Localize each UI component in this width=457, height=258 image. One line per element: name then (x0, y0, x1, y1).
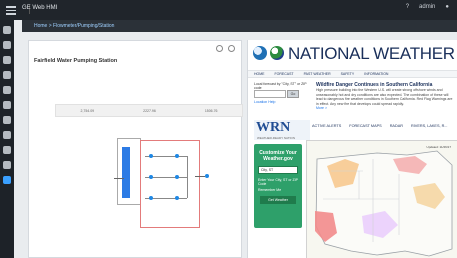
headline: Wildfire Danger Continues in Southern Ca… (316, 82, 456, 110)
topbar-right: ? admin ● (406, 4, 449, 10)
menu-icon[interactable] (6, 4, 16, 15)
get-weather-button[interactable]: Get Weather (260, 196, 296, 204)
pump-status[interactable] (149, 196, 153, 200)
wrn-nav: ACTIVE ALERTS FORECAST MAPS RADAR RIVERS… (312, 124, 452, 128)
nws-panel: NATIONAL WEATHER SERV HOME FORECAST PAST… (247, 40, 457, 258)
location-input[interactable] (254, 90, 286, 98)
help-icon[interactable]: ? (406, 4, 409, 10)
forecast-maps-link[interactable]: FORECAST MAPS (349, 124, 381, 128)
us-map (315, 150, 453, 257)
process-diagram (105, 120, 225, 230)
close-icon[interactable] (228, 45, 235, 52)
customize-title: Customize Your Weather.gov (259, 150, 297, 162)
pump-status[interactable] (149, 175, 153, 179)
station-title: Fairfield Water Pumping Station (34, 58, 118, 64)
sidebar-list-icon[interactable] (3, 41, 11, 49)
nws-header: NATIONAL WEATHER SERV (248, 40, 457, 70)
sidebar-weather-icon[interactable] (3, 176, 11, 184)
wrn-subtitle: WEATHER-READY NATION (257, 136, 296, 140)
sidebar-tool-icon[interactable] (3, 131, 11, 139)
water-tank[interactable] (122, 147, 130, 198)
rivers-link[interactable]: RIVERS, LAKES, R... (411, 124, 448, 128)
nav-past-weather[interactable]: PAST WEATHER (304, 72, 331, 76)
headline-more-link[interactable]: More > (316, 106, 456, 111)
outflow-status[interactable] (205, 174, 209, 178)
headline-text: High pressure building into the Western … (316, 88, 453, 106)
wrn-mark: WRN (256, 120, 291, 135)
station-metrics: 2,754.09 2227.96 1506.76 (55, 104, 243, 117)
map-updated: Updated: 11/26/17 (426, 145, 451, 149)
panel-controls (216, 45, 235, 52)
inflow-pipe (114, 178, 124, 179)
go-button[interactable]: Go (286, 90, 299, 98)
outflow-pipe (195, 176, 205, 177)
customize-input[interactable]: City, ST (258, 166, 298, 174)
sidebar-home-icon[interactable] (3, 26, 11, 34)
hmi-window: GE Web HMI ? admin ● Home > Flowmeter/Pu… (0, 0, 457, 258)
nws-logo[interactable] (270, 46, 284, 60)
radar-link[interactable]: RADAR (390, 124, 403, 128)
pump-status[interactable] (175, 175, 179, 179)
sidebar-report-icon[interactable] (3, 86, 11, 94)
metric-value: 1506.76 (204, 108, 218, 113)
nav-safety[interactable]: SAFETY (341, 72, 355, 76)
sidebar-alarm-icon[interactable] (3, 56, 11, 64)
location-label: Local forecast by "City, ST" or ZIP code (254, 82, 307, 90)
noaa-logo[interactable] (253, 46, 267, 60)
metric-value: 2,754.09 (80, 108, 95, 113)
nav-home[interactable]: HOME (254, 72, 265, 76)
wrn-logo[interactable]: WRN WEATHER-READY NATION (254, 120, 310, 140)
nav-forecast[interactable]: FORECAST (275, 72, 294, 76)
customize-box: Customize Your Weather.gov City, ST Ente… (254, 144, 302, 228)
sidebar-trend-icon[interactable] (3, 71, 11, 79)
sidebar-map-icon[interactable] (3, 161, 11, 169)
sidebar-user-icon[interactable] (3, 116, 11, 124)
nws-title: NATIONAL WEATHER SERV (288, 44, 457, 63)
user-icon[interactable]: ● (445, 4, 449, 10)
pump-status[interactable] (149, 154, 153, 158)
app-title: GE Web HMI (22, 5, 58, 11)
metric-value: 2227.96 (143, 108, 156, 113)
breadcrumb[interactable]: Home > Flowmeter/Pumping/Station (22, 20, 457, 32)
pipe (187, 156, 188, 198)
pump-status[interactable] (175, 154, 179, 158)
customize-note: Enter Your City, ST or ZIP Code (258, 178, 298, 186)
sidebar-settings-icon[interactable] (3, 101, 11, 109)
top-bar: GE Web HMI ? admin ● (0, 0, 457, 20)
sidebar (0, 20, 14, 258)
sidebar-tag-icon[interactable] (3, 146, 11, 154)
pump-group-box (140, 140, 200, 228)
active-alerts-link[interactable]: ACTIVE ALERTS (312, 124, 341, 128)
remember-checkbox[interactable]: Remember Me (258, 188, 298, 192)
nav-information[interactable]: INFORMATION (364, 72, 388, 76)
nws-nav: HOME FORECAST PAST WEATHER SAFETY INFORM… (248, 70, 457, 78)
location-help-link[interactable]: Location Help (254, 100, 312, 104)
location-search: Local forecast by "City, ST" or ZIP code… (254, 82, 312, 110)
expand-icon[interactable] (216, 45, 223, 52)
weather-map[interactable]: Updated: 11/26/17 (306, 140, 457, 258)
user-label[interactable]: admin (419, 4, 435, 10)
pump-status[interactable] (175, 196, 179, 200)
